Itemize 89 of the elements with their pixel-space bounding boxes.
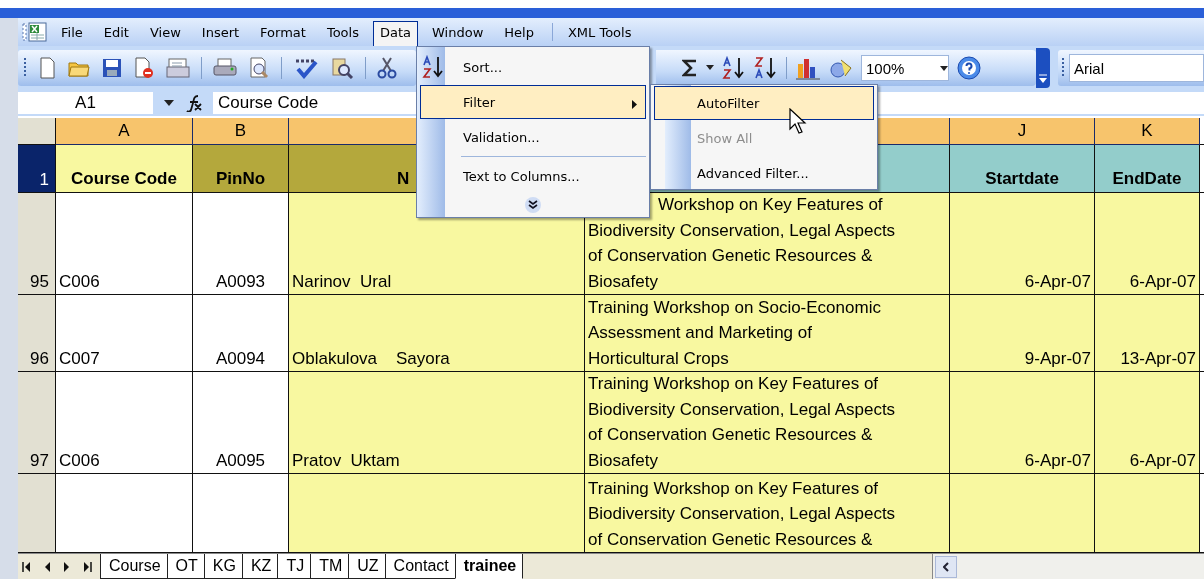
sheet-tab[interactable]: TJ <box>277 554 311 579</box>
table-cell: C006 <box>56 193 193 295</box>
menu-item[interactable]: Help <box>497 20 541 44</box>
mail-icon[interactable] <box>166 57 190 79</box>
horizontal-scrollbar[interactable] <box>932 554 1204 579</box>
row-header: 96 <box>18 295 56 372</box>
next-sheet-icon[interactable] <box>64 561 70 572</box>
research-icon[interactable] <box>330 57 354 79</box>
row-header: 95 <box>18 193 56 295</box>
table-cell: 6-Apr-07 <box>950 372 1095 474</box>
sheet-tab[interactable]: OT <box>166 554 204 579</box>
previous-sheet-icon[interactable] <box>44 561 50 572</box>
menu-item[interactable]: Tools <box>319 20 366 44</box>
dropdown-caret-icon[interactable] <box>164 100 174 106</box>
column-header: J <box>950 118 1095 145</box>
select-all-button[interactable] <box>18 118 56 145</box>
table-cell: Workshop on Key Features of Biodiversity Conservation, Legal Aspects of Conservation Genetic Resources & Biosafety <box>585 193 950 295</box>
table-cell: A0093 <box>193 193 289 295</box>
bar-chart-icon[interactable] <box>795 56 821 80</box>
column-header: K <box>1095 118 1200 145</box>
printer-icon[interactable] <box>213 57 237 79</box>
toolbar-grip-icon[interactable] <box>1062 57 1065 79</box>
toolbar-grip-icon[interactable] <box>24 57 27 79</box>
table-cell: 6-Apr-07 <box>950 193 1095 295</box>
table-cell: 6-Apr-07 <box>1095 193 1200 295</box>
row-header: 97 <box>18 372 56 474</box>
table-cell: C006 <box>56 372 193 474</box>
table-cell: Pratov Uktam <box>289 372 585 474</box>
menu-item[interactable]: Window <box>425 20 491 44</box>
table-cell: Training Workshop on Key Features of Biodiversity Conservation, Legal Aspects of Conservation Genetic Resources & Biosafety <box>585 372 950 474</box>
menu-item[interactable]: Filter <box>420 85 646 119</box>
table-cell: A0094 <box>193 295 289 372</box>
table-cell: 13-Apr-07 <box>1095 295 1200 372</box>
menu-item[interactable]: View <box>142 20 188 44</box>
menu-item[interactable]: File <box>54 20 90 44</box>
font-field[interactable]: Arial <box>1069 54 1204 82</box>
column-header: A <box>56 118 193 145</box>
sort-ascending-icon[interactable] <box>722 56 746 80</box>
header-cell: Startdate <box>950 145 1095 193</box>
column-header: B <box>193 118 289 145</box>
header-cell: EndDate <box>1095 145 1200 193</box>
header-cell: PinNo <box>193 145 289 193</box>
zoom-field[interactable]: 100% <box>861 55 949 81</box>
document-stop-icon[interactable] <box>133 57 155 79</box>
spreadsheet-icon[interactable] <box>22 21 48 43</box>
table-cell: Training Workshop on Key Features of Biodiversity Conservation, Legal Aspects of Conservation Genetic Resources & <box>585 474 950 553</box>
mouse-pointer-icon <box>789 108 809 136</box>
menu-item[interactable]: Format <box>253 20 313 44</box>
last-sheet-icon[interactable] <box>84 561 92 572</box>
sheet-tab[interactable]: KG <box>203 554 242 579</box>
caret-icon[interactable] <box>706 65 714 71</box>
sheet-tab[interactable]: KZ <box>241 554 278 579</box>
menu-item[interactable]: Edit <box>96 20 136 44</box>
scissors-icon[interactable] <box>377 57 397 79</box>
sort-ascending-icon[interactable] <box>422 55 444 79</box>
menu-item[interactable]: Insert <box>194 20 247 44</box>
table-cell: C007 <box>56 295 193 372</box>
first-sheet-icon[interactable] <box>22 561 30 572</box>
menu-item[interactable]: Sort... <box>420 50 646 84</box>
table-cell: Oblakulova Sayora <box>289 295 585 372</box>
menu-item[interactable]: AutoFilter <box>654 86 874 120</box>
sheet-tab[interactable]: TM <box>310 554 349 579</box>
menu-item[interactable]: Advanced Filter... <box>654 156 874 190</box>
table-cell: 6-Apr-07 <box>1095 372 1200 474</box>
spell-check-icon[interactable] <box>293 57 319 79</box>
sheet-tab[interactable]: trainee <box>454 554 524 579</box>
help-icon[interactable] <box>957 56 981 80</box>
row-header: 1 <box>18 145 56 193</box>
sheet-tab[interactable]: UZ <box>348 554 385 579</box>
sigma-icon[interactable] <box>682 59 698 77</box>
dropdown-caret-icon[interactable] <box>940 65 948 71</box>
table-cell: 9-Apr-07 <box>950 295 1095 372</box>
scroll-left-button[interactable] <box>935 555 957 578</box>
new-document-icon[interactable] <box>38 57 56 79</box>
menu-item[interactable]: XML Tools <box>560 20 639 44</box>
sort-descending-icon[interactable] <box>754 56 778 80</box>
sheet-tab[interactable]: Course <box>100 554 167 579</box>
expand-menu-icon[interactable] <box>524 196 542 214</box>
table-cell: Training Workshop on Socio-Economic Assessment and Marketing of Horticultural Crops <box>585 295 950 372</box>
table-cell: A0095 <box>193 372 289 474</box>
sheet-tab[interactable]: Contact <box>384 554 455 579</box>
name-box[interactable]: A1 <box>18 92 153 114</box>
function-icon[interactable] <box>185 94 203 112</box>
print-preview-icon[interactable] <box>248 57 270 79</box>
toolbar-options-icon[interactable] <box>1038 74 1048 84</box>
header-cell: Course Code <box>56 145 193 193</box>
toolbar-options-button[interactable] <box>1036 48 1050 88</box>
submenu-arrow-icon <box>632 100 637 109</box>
menu-item[interactable]: Data <box>372 20 418 47</box>
